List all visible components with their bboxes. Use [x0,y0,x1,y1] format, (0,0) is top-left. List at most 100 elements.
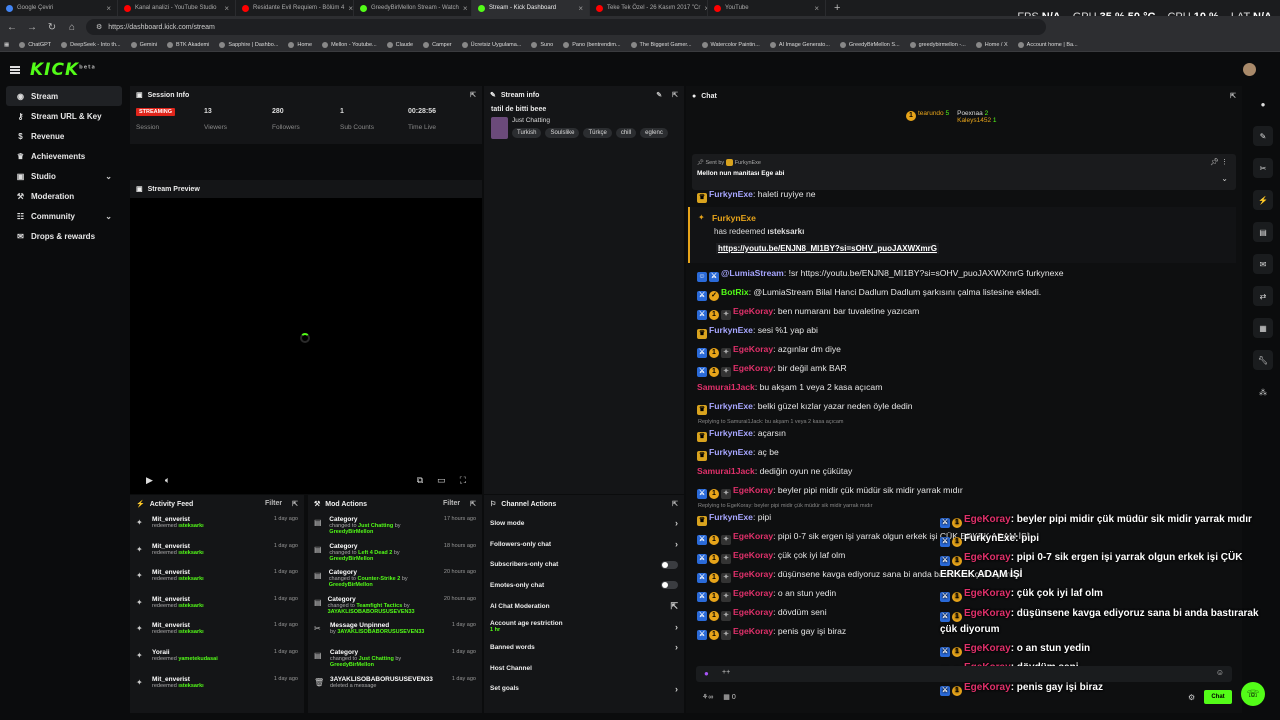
channel-action-host-channel[interactable]: Host Channel [484,658,684,679]
browser-tab[interactable]: Teke Tek Özel - 26 Kasım 2017 "Cr× [590,0,708,16]
calendar-icon[interactable]: ▦ [1253,318,1273,338]
bookmark-item[interactable]: Account home | Ba... [1017,41,1078,48]
activity-row[interactable]: ✦ Mit_enverist redeemed ısteksarkı 1 day ag… [130,513,304,540]
filter-button[interactable]: Filter [443,500,460,508]
mod-action-row[interactable]: ▤ Category changed to Left 4 Dead 2 by Gre… [308,540,482,567]
add-icon[interactable]: ++ [722,669,730,676]
message-icon[interactable]: ✉ [1253,254,1273,274]
chat-username[interactable]: EgeKoray [733,626,773,636]
bookmark-item[interactable]: greedybirmellon -... [909,41,966,48]
bookmark-item[interactable]: Pano (bentrendim... [563,41,621,48]
chat-message[interactable]: Samurai1Jack: bu akşam 1 veya 2 kasa açı… [697,382,882,392]
chat-message[interactable]: ⚔ 1 ✦ EgeKoray: penis gay işi biraz [697,626,846,640]
chat-username[interactable]: EgeKoray [733,306,773,316]
bookmark-item[interactable]: Gemini [130,41,157,48]
menu-icon[interactable] [10,65,20,74]
tag-chip[interactable]: chill [615,128,637,138]
chevron-right-icon[interactable]: › [675,539,678,549]
chat-username[interactable]: FurkynExe [709,512,753,522]
url-field[interactable]: ⚙ https://dashboard.kick.com/stream [86,19,1046,35]
volume-icon[interactable]: 🔈︎ [165,475,170,486]
gift-icon[interactable]: ▦ 0 [723,693,735,701]
popout-icon[interactable]: ⇱ [672,500,678,508]
chat-message[interactable]: ♛ FurkynExe: belki güzel kızlar yazar ned… [697,401,913,415]
edit-icon[interactable]: ✎ [656,91,662,99]
chat-message[interactable]: ⚔ 1 ✦ EgeKoray: o an stun yedin [697,588,836,602]
bookmark-item[interactable]: ChatGPT [19,41,51,48]
new-tab-icon[interactable]: + [826,2,848,14]
send-chat-button[interactable]: Chat [1204,690,1232,704]
mod-action-row[interactable]: ▤ Category changed to Just Chatting by Gre… [308,646,482,673]
chat-message[interactable]: ⚔ 1 ✦ EgeKoray: azgınlar dm diye [697,344,841,358]
redeem-user[interactable]: FurkynExe [712,213,756,223]
chat-username[interactable]: EgeKoray [733,363,773,373]
close-tab-icon[interactable]: × [106,4,111,13]
play-icon[interactable]: ▶ [146,475,153,486]
bookmark-item[interactable]: GreedyBirMellon S... [839,41,900,48]
bookmark-item[interactable]: DeepSeek - Into th... [61,41,121,48]
sidebar-item-community[interactable]: ☷ Community ⌄ [6,206,122,226]
chevron-down-icon[interactable]: ⌄ [105,172,112,181]
activity-user[interactable]: Mit_enverist [152,676,204,683]
chevron-right-icon[interactable]: › [675,642,678,652]
site-info-icon[interactable]: ⚙ [96,23,102,31]
bookmark-item[interactable]: The Biggest Gamer... [630,41,692,48]
browser-tab[interactable]: Residante Evil Requiem - Bölüm 4 × [236,0,354,16]
channel-action-subscribers-only-chat[interactable]: Subscribers-only chat [484,554,684,575]
activity-row[interactable]: ✦ Mit_enverist redeemed ısteksarkı 1 day ag… [130,593,304,620]
chat-message[interactable]: Samurai1Jack: dediğin oyun ne çükütay [697,466,852,476]
chat-username[interactable]: EgeKoray [733,588,773,598]
theater-icon[interactable]: ▭ [437,475,446,486]
chat-message[interactable]: ♛ FurkynExe: aç be [697,447,779,461]
popout-icon[interactable]: ⇱ [1230,92,1236,100]
activity-row[interactable]: ✦ Mit_enverist redeemed ısteksarkı 1 day ag… [130,619,304,646]
channel-action-banned-words[interactable]: Banned words › [484,637,684,658]
chat-username[interactable]: Samurai1Jack [697,466,755,476]
channel-action-ai-chat-moderation[interactable]: AI Chat Moderation ⇱ [484,596,684,617]
bookmark-item[interactable]: Home [288,41,312,48]
stream-category[interactable]: Just Chatting [512,117,668,124]
notes-icon[interactable]: ▤ [1253,222,1273,242]
unpin-icon[interactable]: 📌︎ ⋮ [1210,158,1228,166]
sidebar-item-achievements[interactable]: ♛ Achievements [6,146,122,166]
channel-action-followers-only-chat[interactable]: Followers-only chat › [484,534,684,555]
bolt-tool-icon[interactable]: ⚡ [1253,190,1273,210]
chat-settings-icon[interactable]: ⚙ [1188,693,1195,702]
chat-message[interactable]: ⚔ ✓ BotRix: @LumiaStream Bilal Hanci Dadlu… [697,287,1041,301]
chat-message[interactable]: ⚔ 1 ✦ EgeKoray: bir değil amk BAR [697,363,847,377]
pinned-message[interactable]: 📌︎ Sent by FurkynExe Mellon nun manitası… [692,154,1236,190]
popout-icon[interactable]: ⇱ [292,500,298,508]
raid-icon[interactable]: ⇄ [1253,286,1273,306]
chat-username[interactable]: @LumiaStream [721,268,784,278]
chat-message[interactable]: ♛ FurkynExe: sesi %1 yap abi [697,325,818,339]
emote-icon[interactable]: ☺ [1216,668,1224,677]
chat-username[interactable]: Samurai1Jack [697,382,755,392]
close-tab-icon[interactable]: × [463,4,468,13]
close-tab-icon[interactable]: × [348,4,353,13]
channel-action-slow-mode[interactable]: Slow mode › [484,513,684,534]
activity-user[interactable]: Yoraii [152,649,218,656]
chat-username[interactable]: EgeKoray [733,485,773,495]
activity-user[interactable]: Mit_enverist [152,543,204,550]
wrench-icon[interactable]: 🔧︎ [1253,350,1273,370]
stream-preview-player[interactable]: ▶ 🔈︎ ⧉ ▭ ⛶ [130,198,482,494]
apps-icon[interactable]: ▦ [4,42,9,48]
activity-row[interactable]: ✦ Yoraii redeemed yametekudasai 1 day ago [130,646,304,673]
community-icon[interactable]: ⁂ [1253,382,1273,402]
close-tab-icon[interactable]: × [224,4,229,13]
home-icon[interactable]: ⌂ [66,22,78,33]
chat-message[interactable]: ♛ FurkynExe: haleti ruyiye ne [697,189,816,203]
activity-user[interactable]: Mit_enverist [152,516,204,523]
chat-username[interactable]: EgeKoray [733,550,773,560]
bookmark-item[interactable]: Camper [423,41,452,48]
channel-action-emotes-only-chat[interactable]: Emotes-only chat [484,575,684,596]
activity-user[interactable]: Mit_enverist [152,569,204,576]
chat-username[interactable]: EgeKoray [733,569,773,579]
sidebar-item-studio[interactable]: ▣ Studio ⌄ [6,166,122,186]
reload-icon[interactable]: ↻ [46,22,58,33]
tag-chip[interactable]: Türkçe [583,128,612,138]
mod-action-row[interactable]: ✂ Message Unpinned by 3AYAKLISOBABORUSUSEV… [308,619,482,646]
chevron-right-icon[interactable]: › [675,518,678,528]
chat-message[interactable]: ⚔ 1 ✦ EgeKoray: çük çok iyi laf olm [697,550,845,564]
chevron-right-icon[interactable]: › [675,622,678,632]
